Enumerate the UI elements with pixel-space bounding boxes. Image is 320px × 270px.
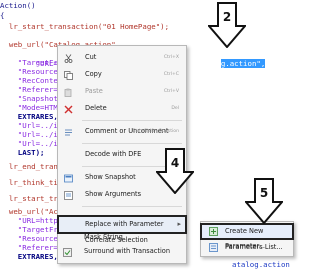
menu-item-shortcut: Del [171,106,179,111]
menu-item-label: Surround with Transaction [84,247,171,255]
replace-parameter-submenu: Create New Parameter... Parameters List.… [200,221,294,257]
menu-item-shortcut: Ctrl+C [163,72,179,77]
callout-step-4: 4 [156,148,194,194]
selected-text-tail[interactable]: g.action", [220,59,266,68]
code-line-tail: atalog.action [232,260,290,269]
menu-separator [82,120,182,121]
menu-item-shortcut: Ctrl+X [163,55,179,60]
menu-item-label: Paste [85,87,103,95]
menu-item-label: Delete [85,104,107,112]
code-line: { [0,11,5,20]
parameters-list-icon [209,243,218,252]
menu-item-label: Show Arguments [85,190,142,198]
menu-separator [82,143,182,144]
menu-item-copy[interactable]: Copy Ctrl+C [58,66,186,83]
menu-item-label: Decode with DFE [85,150,142,158]
menu-item-shortcut: Ctrl+V [163,89,179,94]
create-parameter-icon [209,227,218,236]
transaction-icon [63,247,72,257]
menu-item-paste[interactable]: Paste Ctrl+V [58,83,186,100]
copy-icon [64,70,73,80]
code-line: lr_start_transaction("01 HomePage"); [0,22,170,31]
menu-item-label: Show Snapshot [85,173,136,181]
down-arrow-icon [208,2,246,48]
down-arrow-icon [156,148,194,194]
callout-step-2: 2 [208,2,246,48]
menu-item-cut[interactable]: Cut Ctrl+X [58,49,186,66]
delete-icon [64,104,73,114]
code-line-tail: g.action", [203,49,266,68]
menu-item-surround-transaction[interactable]: Surround with Transaction [57,243,185,260]
callout-number: 5 [259,186,269,200]
menu-item-parameters-list[interactable]: Parameters List... [201,240,293,255]
code-line: LAST); [0,148,45,157]
callout-step-5: 5 [245,178,283,224]
comment-icon [64,127,73,136]
code-line: Action() [0,1,36,10]
menu-item-comment[interactable]: Comment or Uncomment Ctrl+Shift+Question [58,123,186,140]
snapshot-icon [64,173,73,183]
callout-number: 2 [222,10,232,24]
paste-icon [64,87,73,97]
menu-item-shortcut: Ctrl+Shift+Question [132,129,179,134]
menu-item-create-new-parameter[interactable]: Create New Parameter... [200,223,294,250]
menu-item-label: Copy [85,70,102,78]
cut-icon [64,53,73,63]
arguments-icon [64,190,73,200]
menu-item-label: Parameters List... [225,243,283,251]
callout-number: 4 [170,156,180,170]
menu-item-label: Cut [85,53,97,61]
menu-item-delete[interactable]: Delete Del [58,100,186,117]
down-arrow-icon [245,178,283,224]
menu-separator [82,206,182,207]
